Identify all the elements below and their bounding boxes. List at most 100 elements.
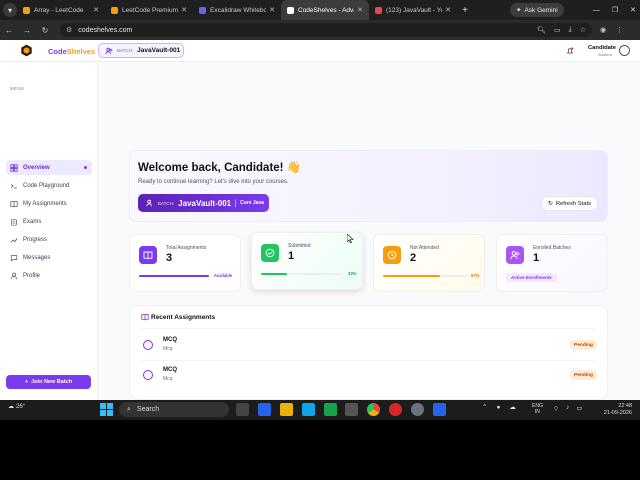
help-circle-icon	[143, 340, 153, 350]
download-icon[interactable]: ⤓	[569, 26, 572, 34]
terminal-app-icon[interactable]	[324, 403, 337, 416]
divider	[235, 199, 237, 207]
reload-icon[interactable]: ↻	[36, 26, 54, 35]
assignment-title[interactable]: MCQ	[163, 337, 177, 343]
battery-icon[interactable]: ▭	[576, 404, 582, 413]
user-role: Student	[598, 52, 612, 57]
task-view-icon[interactable]	[236, 403, 249, 416]
user-icon	[10, 272, 18, 279]
sidebar-item-progress[interactable]: Progress	[6, 232, 92, 247]
assignment-title[interactable]: MCQ	[163, 367, 177, 373]
volume-icon[interactable]: ♪	[566, 404, 569, 413]
cast-icon[interactable]: ▭	[554, 26, 561, 34]
book-icon	[139, 246, 157, 264]
zoom-icon[interactable]: 🔍︎	[537, 26, 546, 34]
stat-tag: Available	[214, 273, 233, 278]
tab-search-icon[interactable]: ▾	[3, 3, 17, 17]
close-icon[interactable]: ✕	[93, 6, 99, 14]
settings-app-icon[interactable]	[411, 403, 424, 416]
codeshelves-logo-icon	[21, 44, 32, 57]
gemini-label: Ask Gemini	[524, 6, 558, 14]
batch-value: JavaVault-001	[137, 47, 181, 54]
url-input[interactable]: ⚙ codeshelves.com 🔍︎ ▭ ⤓ ☆	[60, 23, 592, 37]
app-icon[interactable]	[345, 403, 358, 416]
stat-percent: 33%	[348, 271, 357, 276]
clock[interactable]: 22:48 21-09-2026	[596, 403, 632, 417]
sidebar-item-code-playground[interactable]: Code Playground	[6, 178, 92, 193]
clock-time: 22:48	[618, 403, 632, 409]
back-arrow-icon[interactable]: ←	[0, 26, 18, 35]
stat-label: Enrolled Batches	[533, 245, 571, 251]
user-avatar-icon[interactable]	[619, 45, 630, 56]
status-badge: Pending	[570, 370, 597, 380]
sidebar-item-label: Progress	[23, 236, 48, 243]
site-info-icon[interactable]: ⚙	[66, 26, 72, 34]
sidebar-item-messages[interactable]: Messages	[6, 250, 92, 265]
sidebar-item-profile[interactable]: Profile	[6, 268, 92, 283]
chevron-up-icon[interactable]: ⌃	[482, 403, 487, 411]
notification-bell-icon[interactable]	[566, 47, 574, 55]
file-explorer-icon[interactable]	[280, 403, 293, 416]
join-new-batch-button[interactable]: + Join New Batch	[6, 375, 91, 389]
welcome-subtitle: Ready to continue learning? Let's dive i…	[138, 179, 289, 185]
language-indicator[interactable]: ENG IN	[532, 403, 543, 415]
close-icon[interactable]: ✕	[445, 6, 451, 14]
restore-icon[interactable]: ❐	[612, 6, 618, 14]
tab-label: Excalidraw Whiteboard	[210, 6, 267, 14]
new-tab-icon[interactable]: +	[457, 5, 473, 16]
windows-taskbar: ☁ 26° ⌕ Search ⌃ ● ☁ ENG IN ⌔ ♪ ▭ 22:48 …	[0, 400, 640, 420]
stat-label: Submitted	[288, 243, 311, 249]
taskbar-search[interactable]: ⌕ Search	[119, 402, 229, 417]
users-icon	[105, 47, 113, 54]
browser-tab-bar: ▾ Array - LeetCode ✕ LeetCode Premium ✕ …	[0, 0, 640, 20]
browser-tab[interactable]: Array - LeetCode ✕	[17, 0, 105, 20]
welcome-title: Welcome back, Candidate! 👋	[138, 160, 301, 174]
close-window-icon[interactable]: ✕	[630, 6, 636, 14]
url-text: codeshelves.com	[78, 26, 133, 34]
close-icon[interactable]: ✕	[181, 6, 187, 14]
app-icon[interactable]	[389, 403, 402, 416]
refresh-stats-button[interactable]: ↻ Refresh Stats	[541, 196, 598, 211]
sparkle-icon: ✦	[516, 7, 522, 14]
active-indicator	[84, 166, 87, 169]
stat-value: 2	[410, 252, 417, 264]
sidebar-item-overview[interactable]: Overview	[6, 160, 92, 175]
weather-temp: 26°	[16, 403, 26, 410]
wifi-icon[interactable]: ⌔	[553, 404, 559, 413]
plus-icon: +	[24, 379, 29, 385]
divider	[140, 360, 596, 361]
browser-tab[interactable]: Excalidraw Whiteboard ✕	[193, 0, 281, 20]
app-header: CodeShelves BATCH: JavaVault-001 Candida…	[0, 40, 640, 62]
browser-tab[interactable]: LeetCode Premium ✕	[105, 0, 193, 20]
app-tray-icon[interactable]: ●	[496, 404, 500, 411]
users-icon	[146, 199, 152, 207]
sidebar-item-my-assignments[interactable]: My Assignments	[6, 196, 92, 211]
bookmark-star-icon[interactable]: ☆	[580, 26, 586, 34]
vscode-app-icon[interactable]	[433, 403, 446, 416]
status-icons: ⌔ ♪ ▭	[553, 404, 583, 413]
close-icon[interactable]: ✕	[269, 6, 275, 14]
stat-label: Total Assignments	[166, 245, 207, 251]
profile-icon[interactable]: ◉	[600, 26, 606, 34]
recent-assignments-title: Recent Assignments	[151, 314, 216, 321]
start-button-icon[interactable]	[100, 403, 113, 416]
chrome-app-icon[interactable]	[367, 403, 380, 416]
brand-name[interactable]: CodeShelves	[48, 47, 95, 56]
cloud-icon[interactable]: ☁	[509, 403, 516, 411]
photos-app-icon[interactable]	[302, 403, 315, 416]
address-bar: ← → ↻ ⚙ codeshelves.com 🔍︎ ▭ ⤓ ☆ ◉ ⋮	[0, 20, 640, 40]
leetcode-favicon-icon	[23, 6, 30, 14]
browser-tab[interactable]: (123) JavaVault - YouTube ✕	[369, 0, 457, 20]
waving-hand-icon: 👋	[286, 162, 302, 174]
sidebar-item-exams[interactable]: Exams	[6, 214, 92, 229]
more-menu-icon[interactable]: ⋮	[616, 26, 623, 34]
word-app-icon[interactable]	[258, 403, 271, 416]
ask-gemini-button[interactable]: ✦ Ask Gemini	[510, 3, 564, 17]
close-icon[interactable]: ✕	[357, 6, 363, 14]
lang-secondary: IN	[534, 409, 540, 415]
forward-arrow-icon[interactable]: →	[18, 26, 36, 35]
stat-progress-bar	[139, 275, 209, 277]
weather-widget[interactable]: ☁ 26°	[8, 403, 26, 411]
browser-tab-active[interactable]: CodeShelves - Advanced ✕	[281, 0, 369, 20]
minimize-icon[interactable]: —	[593, 7, 600, 14]
